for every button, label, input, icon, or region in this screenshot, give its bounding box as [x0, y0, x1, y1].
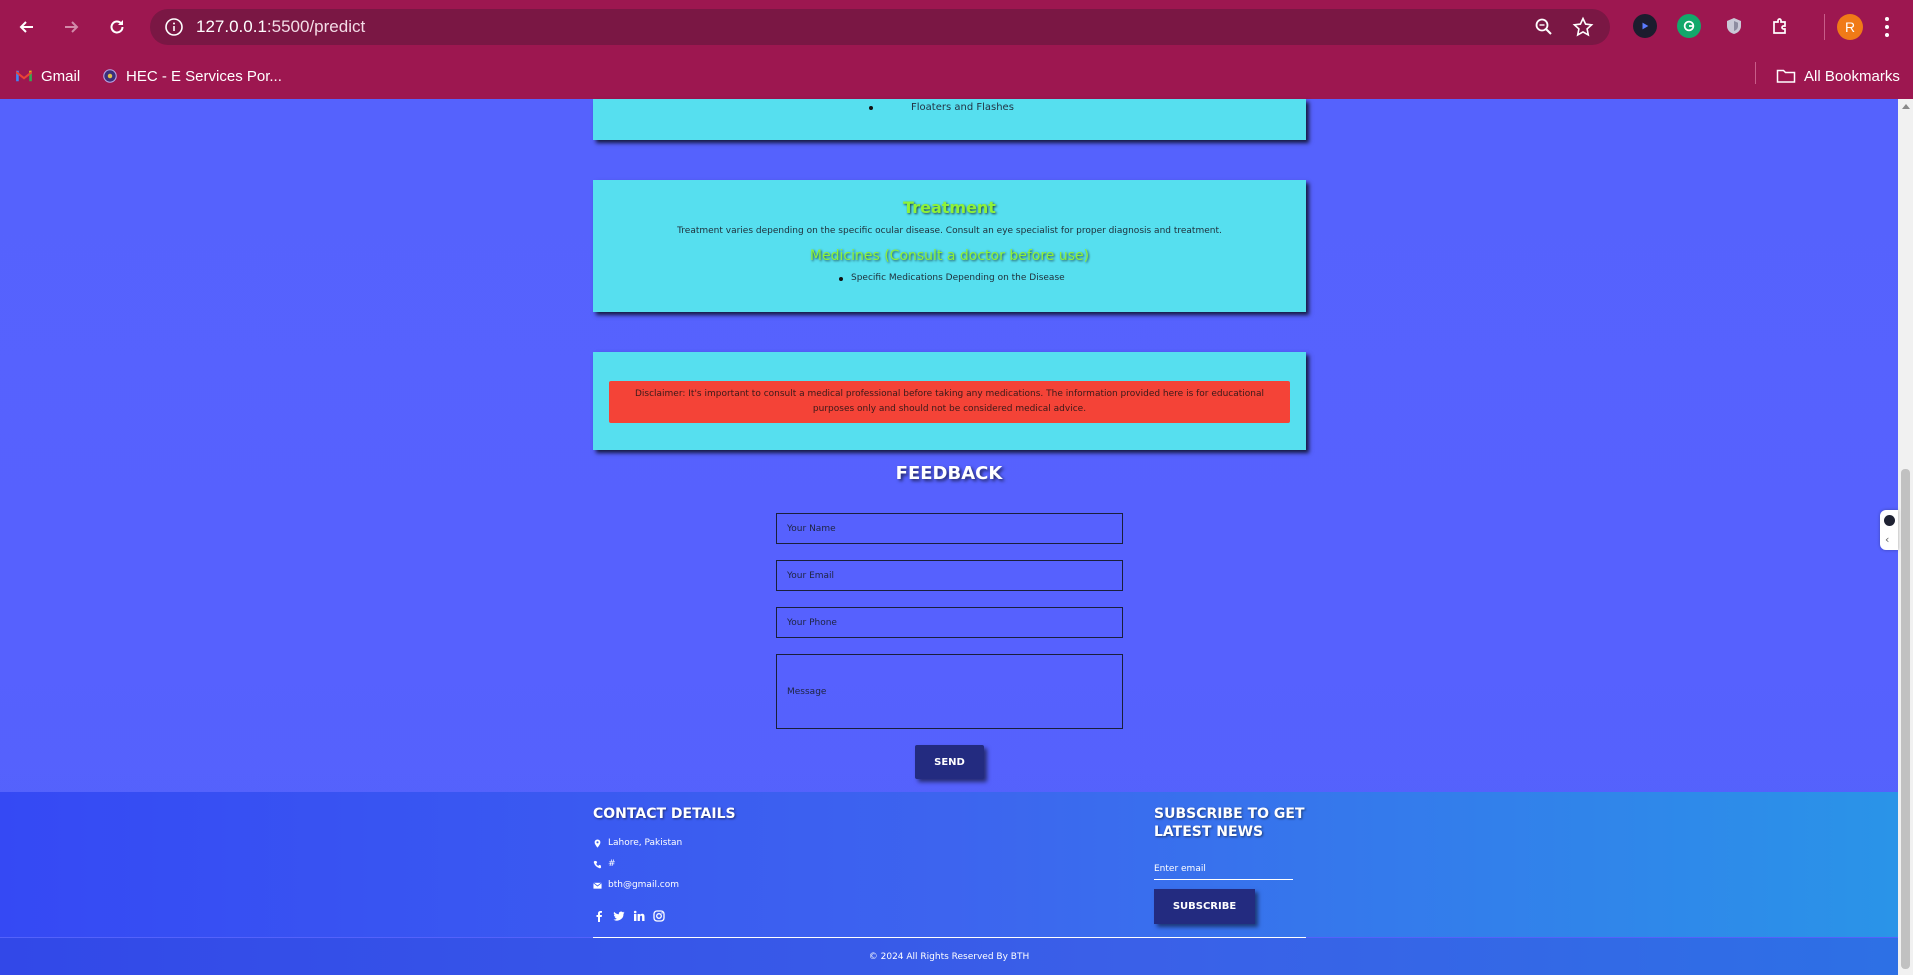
bookmarks-divider — [1755, 62, 1756, 84]
url-path: :5500/predict — [266, 17, 366, 36]
treatment-card: Treatment Treatment varies depending on … — [593, 180, 1306, 312]
bullet — [869, 106, 873, 110]
envelope-icon — [593, 881, 602, 889]
all-bookmarks-button[interactable]: All Bookmarks — [1776, 64, 1900, 88]
reload-icon — [110, 20, 124, 34]
linkedin-icon[interactable] — [633, 910, 645, 922]
extensions-puzzle-icon[interactable] — [1768, 14, 1792, 38]
symptoms-card: Floaters and Flashes — [593, 99, 1306, 140]
scroll-up-arrow-icon[interactable] — [1902, 104, 1910, 109]
footer: CONTACT DETAILS SUBSCRIBE TO GET LATEST … — [0, 792, 1898, 937]
page-scrollbar[interactable] — [1898, 99, 1913, 975]
site-info-icon[interactable] — [164, 17, 184, 37]
medicines-title: Medicines (Consult a doctor before use) — [809, 248, 1090, 264]
bookmark-gmail[interactable]: Gmail — [15, 64, 80, 88]
bullet — [839, 277, 843, 281]
contact-phone[interactable]: # — [593, 859, 616, 869]
instagram-icon[interactable] — [653, 910, 665, 922]
email-input[interactable]: Your Email — [776, 560, 1123, 591]
subscribe-placeholder: Enter email — [1154, 863, 1206, 874]
disclaimer-alert: Disclaimer: It's important to consult a … — [609, 381, 1290, 423]
url-host: 127.0.0.1 — [196, 17, 267, 36]
gmail-icon — [16, 70, 32, 82]
social-links — [593, 910, 665, 922]
subscribe-email-input[interactable]: Enter email — [1154, 858, 1293, 880]
toolbar-divider — [1824, 14, 1825, 40]
scrollbar-thumb[interactable] — [1901, 469, 1910, 969]
twitter-icon[interactable] — [613, 910, 625, 922]
message-placeholder: Message — [787, 686, 827, 697]
send-button[interactable]: SEND — [915, 745, 984, 779]
copyright-text: © 2024 All Rights Reserved By BTH — [868, 952, 1030, 962]
facebook-icon[interactable] — [593, 910, 605, 922]
feedback-title: FEEDBACK — [895, 463, 1003, 484]
contact-location: Lahore, Pakistan — [593, 838, 682, 848]
more-menu-icon[interactable] — [1880, 14, 1894, 40]
zoom-icon[interactable] — [1534, 17, 1554, 37]
shield-extension-icon[interactable] — [1722, 14, 1746, 38]
back-button[interactable] — [11, 11, 43, 43]
browser-toolbar: 127.0.0.1:5500/predict R — [0, 0, 1913, 54]
url-text: 127.0.0.1:5500/predict — [196, 17, 365, 37]
location-text: Lahore, Pakistan — [608, 838, 683, 848]
profile-avatar[interactable]: R — [1837, 14, 1863, 40]
widget-dot-icon — [1884, 515, 1895, 526]
name-input[interactable]: Your Name — [776, 513, 1123, 544]
folder-icon — [1776, 69, 1796, 83]
footer-divider — [593, 937, 1306, 938]
map-marker-icon — [594, 838, 601, 848]
bookmarks-bar: Gmail HEC - E Services Por... All Bookma… — [0, 54, 1913, 99]
name-placeholder: Your Name — [787, 523, 836, 534]
extension-play-icon[interactable] — [1633, 14, 1657, 38]
subscribe-title: SUBSCRIBE TO GET LATEST NEWS — [1154, 806, 1305, 840]
bookmark-label: Gmail — [41, 67, 81, 85]
treatment-text: Treatment varies depending on the specif… — [677, 226, 1222, 236]
side-panel-widget[interactable]: ‹ — [1880, 510, 1898, 550]
treatment-title: Treatment — [903, 198, 996, 217]
list-item: Specific Medications Depending on the Di… — [839, 273, 1065, 283]
message-textarea[interactable]: Message — [776, 654, 1123, 729]
hec-icon — [103, 69, 117, 83]
disclaimer-card: Disclaimer: It's important to consult a … — [593, 352, 1306, 450]
reload-button[interactable] — [101, 11, 133, 43]
bookmark-hec[interactable]: HEC - E Services Por... — [102, 64, 282, 88]
back-arrow-icon — [19, 21, 33, 33]
phone-icon — [593, 860, 602, 868]
contact-details-title: CONTACT DETAILS — [593, 806, 736, 822]
bookmark-star-icon[interactable] — [1572, 16, 1594, 38]
medicine-text: Specific Medications Depending on the Di… — [851, 273, 1065, 283]
all-bookmarks-label: All Bookmarks — [1804, 67, 1900, 85]
grammarly-icon[interactable] — [1677, 14, 1701, 38]
phone-placeholder: Your Phone — [787, 617, 837, 628]
email-placeholder: Your Email — [787, 570, 835, 581]
address-bar[interactable]: 127.0.0.1:5500/predict — [150, 9, 1610, 45]
forward-button[interactable] — [55, 11, 87, 43]
symptom-text: Floaters and Flashes — [911, 102, 1014, 113]
email-text: bth@gmail.com — [608, 880, 680, 890]
contact-email[interactable]: bth@gmail.com — [593, 880, 679, 890]
phone-input[interactable]: Your Phone — [776, 607, 1123, 638]
phone-text: # — [608, 859, 616, 869]
forward-arrow-icon — [65, 21, 79, 33]
subscribe-button[interactable]: SUBSCRIBE — [1154, 889, 1255, 924]
chevron-left-icon: ‹ — [1885, 533, 1890, 546]
bookmark-label: HEC - E Services Por... — [126, 67, 282, 85]
